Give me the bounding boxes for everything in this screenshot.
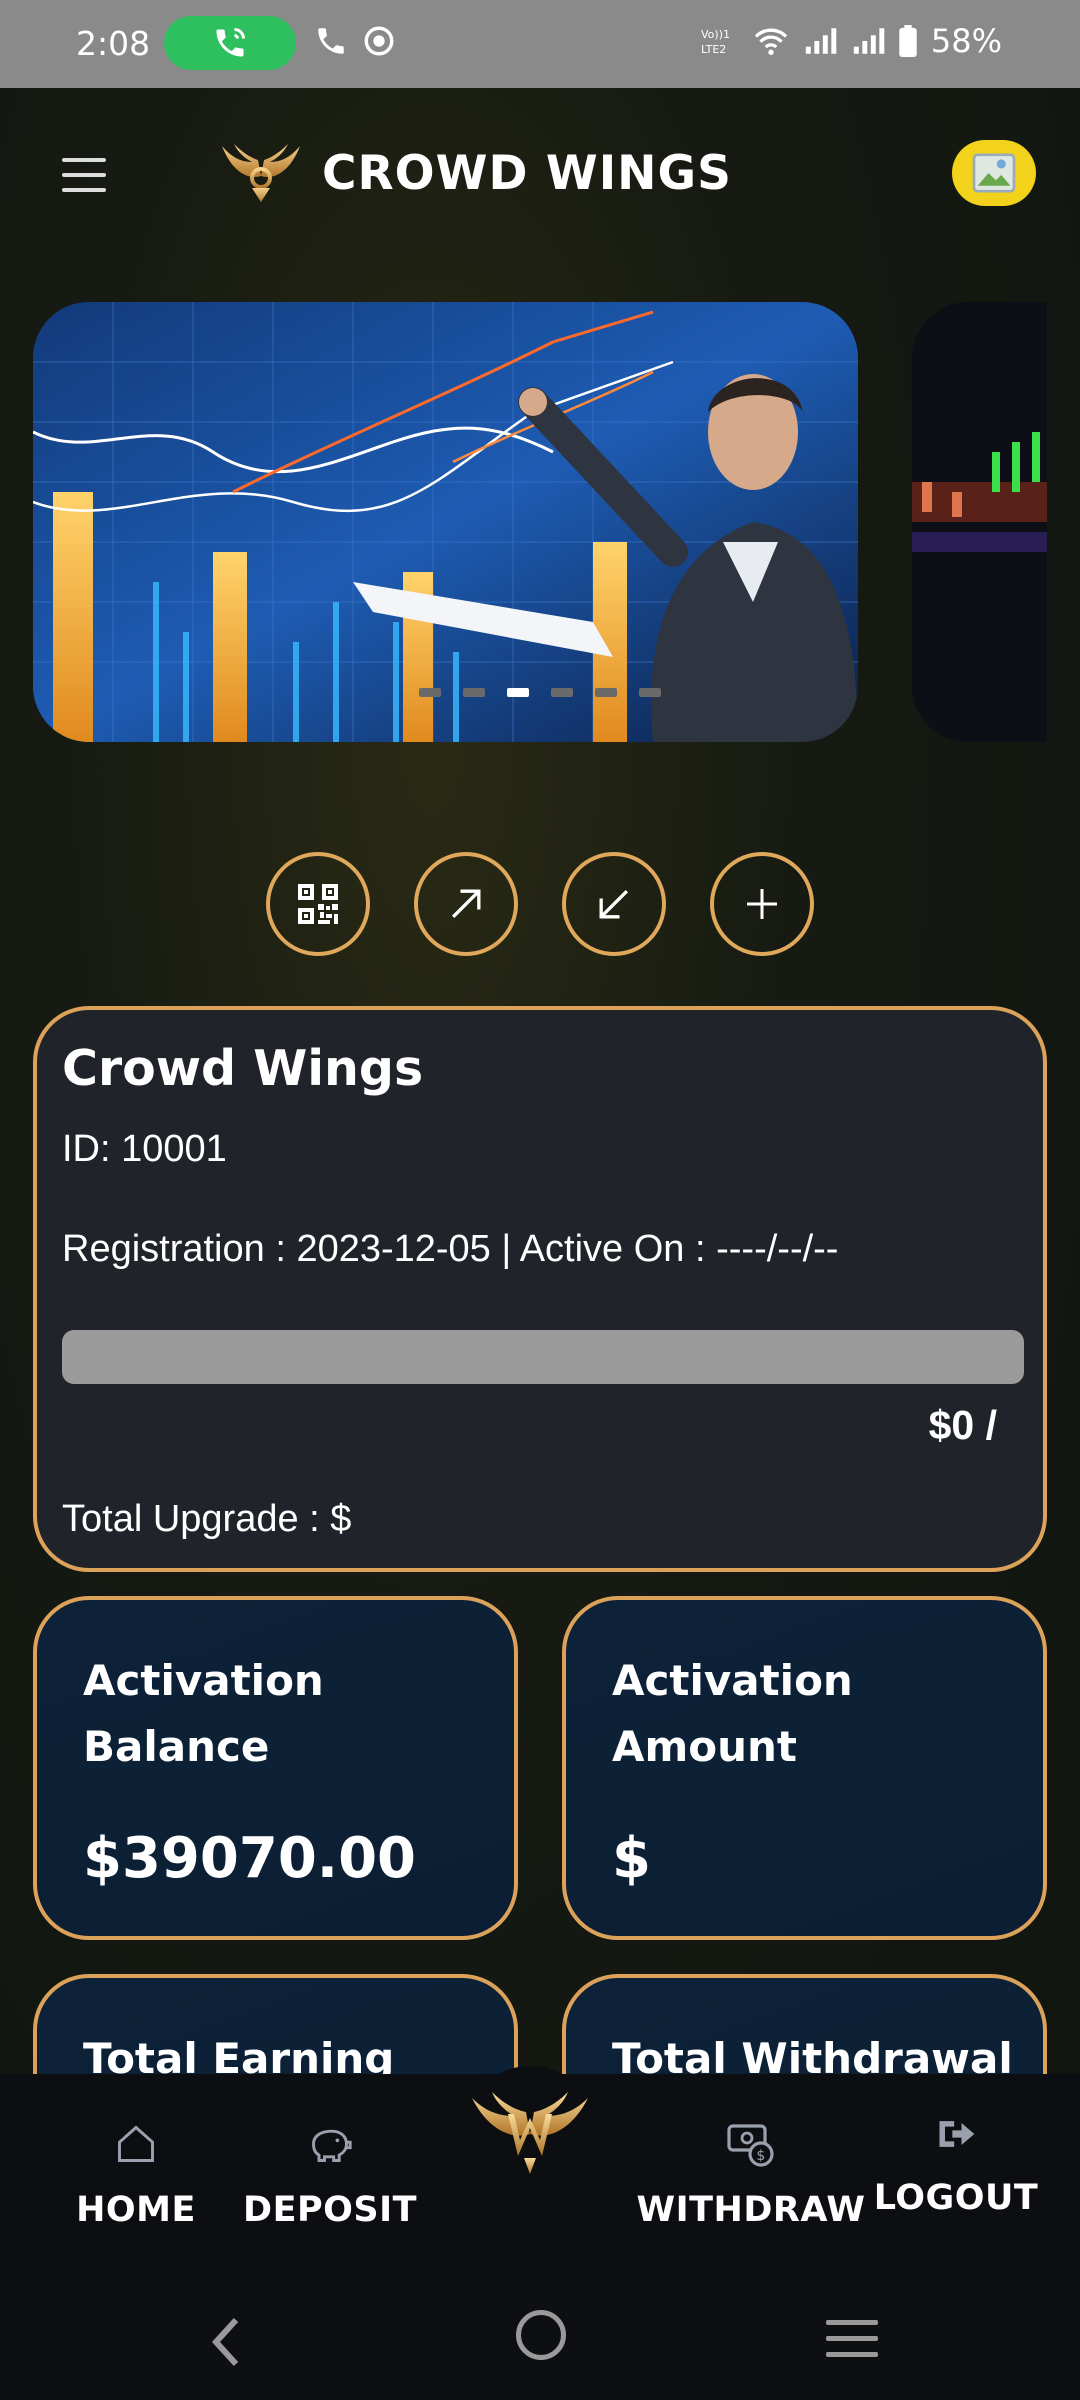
carousel-dots — [0, 688, 1080, 697]
carousel-dot[interactable] — [551, 688, 573, 697]
withdraw-cash-icon: $ — [727, 2124, 774, 2167]
brand: CROWD WINGS — [218, 140, 732, 206]
svg-text:$: $ — [756, 2148, 765, 2164]
stat-value: $39070.00 — [83, 1826, 416, 1891]
qr-code-button[interactable] — [266, 852, 370, 956]
activation-amount-card[interactable]: Activation Amount $ — [562, 1596, 1047, 1940]
stat-title-line1: Activation — [612, 1656, 853, 1705]
wings-logo — [222, 144, 300, 202]
banner-carousel[interactable] — [0, 302, 1080, 742]
plus-icon — [747, 889, 777, 919]
status-bar: 2:08 Vo))1 LTE2 58% — [0, 0, 1080, 88]
w-wings-logo-icon — [472, 2092, 588, 2174]
center-logo-button[interactable] — [464, 2066, 596, 2198]
quick-actions — [0, 852, 1080, 956]
stat-value: $ — [612, 1826, 651, 1891]
status-icons-right: Vo))1 LTE2 58% — [701, 22, 1002, 60]
next-banner-image — [912, 302, 1047, 742]
signal-icon-2 — [853, 28, 885, 54]
upgrade-progress-bar — [62, 1330, 1024, 1384]
carousel-dot[interactable] — [639, 688, 661, 697]
home-circle-icon[interactable] — [516, 2310, 566, 2360]
add-button[interactable] — [710, 852, 814, 956]
stat-title-line2: Balance — [83, 1722, 270, 1771]
banner-slide-next[interactable] — [912, 302, 1047, 742]
piggy-bank-icon — [312, 2129, 352, 2162]
hamburger-menu-icon[interactable] — [62, 158, 106, 192]
nav-home-label: HOME — [76, 2190, 196, 2230]
status-icons-left — [314, 24, 396, 58]
banner-slide-active[interactable] — [33, 302, 858, 742]
whatsapp-icon — [364, 26, 394, 56]
signal-icon-1 — [805, 28, 837, 54]
carousel-dot[interactable] — [595, 688, 617, 697]
carousel-dot[interactable] — [463, 688, 485, 697]
avatar[interactable] — [952, 140, 1036, 206]
system-navigation-bar — [0, 2284, 1080, 2400]
nav-home[interactable]: HOME — [62, 2074, 210, 2284]
stat-title-line2: Amount — [612, 1722, 798, 1771]
battery-percent: 58% — [930, 22, 1002, 60]
profile-id: ID: 10001 — [62, 1128, 227, 1170]
profile-name: Crowd Wings — [62, 1040, 424, 1097]
nav-withdraw[interactable]: $ WITHDRAW — [637, 2074, 865, 2284]
status-time: 2:08 — [76, 24, 151, 63]
recent-apps-icon[interactable] — [826, 2320, 878, 2368]
phone-icon — [318, 28, 344, 54]
activation-balance-card[interactable]: Activation Balance $39070.00 — [33, 1596, 518, 1940]
arrow-up-right-icon — [451, 889, 481, 919]
app-screen: CROWD WINGS Crowd Wings ID: 10001 Regist… — [0, 88, 1080, 2284]
home-icon — [118, 2125, 154, 2162]
profile-progress-amount: $0 / — [928, 1402, 997, 1448]
stat-title-line1: Activation — [83, 1656, 324, 1705]
profile-card: Crowd Wings ID: 10001 Registration : 202… — [33, 1006, 1047, 1572]
nav-withdraw-label: WITHDRAW — [636, 2190, 866, 2230]
wifi-icon — [754, 28, 788, 55]
logout-icon — [939, 2121, 975, 2147]
carousel-dot-active[interactable] — [507, 688, 529, 697]
profile-registration: Registration : 2023-12-05 | Active On : … — [62, 1228, 839, 1270]
qr-code-icon — [298, 884, 338, 924]
back-icon[interactable] — [206, 2314, 246, 2370]
stat-title: Activation Amount — [612, 1648, 853, 1780]
nav-logout[interactable]: LOGOUT — [873, 2074, 1039, 2284]
brand-title: CROWD WINGS — [322, 145, 732, 201]
volte-icon: Vo))1 LTE2 — [701, 28, 730, 56]
arrow-down-left-icon — [599, 889, 629, 919]
app-header: CROWD WINGS — [0, 88, 1080, 258]
receive-button[interactable] — [562, 852, 666, 956]
ongoing-call-pill[interactable] — [164, 16, 296, 70]
stat-title: Activation Balance — [83, 1648, 324, 1780]
svg-text:LTE2: LTE2 — [701, 43, 726, 56]
nav-logout-label: LOGOUT — [873, 2178, 1039, 2218]
broken-image-icon — [972, 153, 1016, 193]
total-upgrade: Total Upgrade : $ — [62, 1498, 352, 1540]
send-button[interactable] — [414, 852, 518, 956]
svg-text:Vo))1: Vo))1 — [701, 28, 730, 41]
nav-deposit[interactable]: DEPOSIT — [243, 2074, 417, 2284]
battery-icon — [899, 25, 917, 57]
nav-deposit-label: DEPOSIT — [243, 2190, 417, 2230]
trading-banner-image — [33, 302, 858, 742]
phone-call-icon — [216, 28, 245, 57]
carousel-dot[interactable] — [419, 688, 441, 697]
